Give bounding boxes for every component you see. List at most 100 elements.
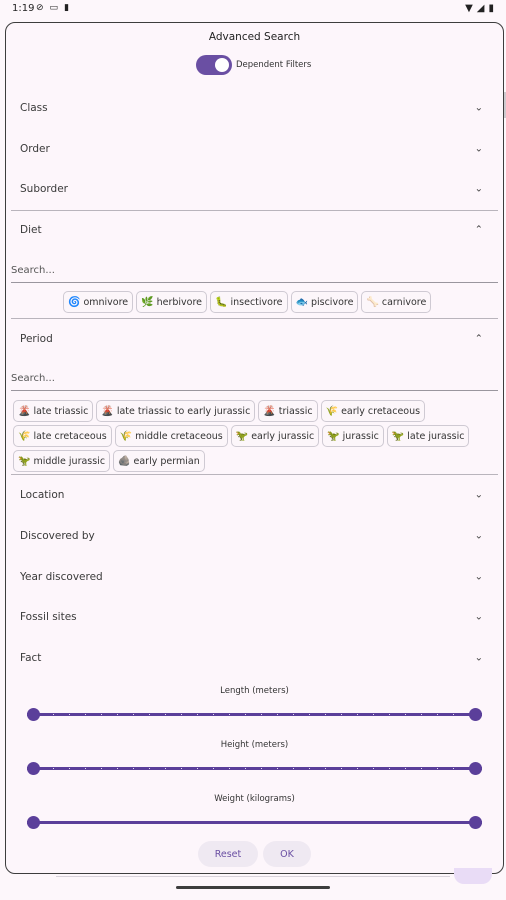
chip-emoji-icon: 🌋: [263, 405, 276, 417]
filter-chip[interactable]: 🌋 triassic: [258, 400, 318, 422]
chip-label: late cretaceous: [33, 430, 107, 442]
slider-min-thumb[interactable]: [27, 708, 40, 721]
chevron-down-icon: ⌄: [474, 571, 483, 583]
chevron-down-icon: ⌄: [474, 102, 483, 114]
filter-chip[interactable]: 🦖 early jurassic: [230, 425, 320, 447]
divider: [11, 318, 498, 319]
fab-button[interactable]: [454, 868, 492, 884]
section-year-discovered[interactable]: Year discovered ⌄: [6, 558, 503, 596]
chevron-up-icon: ⌃: [474, 333, 483, 345]
chip-emoji-icon: 🌾: [325, 405, 339, 417]
chip-label: triassic: [278, 405, 313, 417]
chevron-down-icon: ⌄: [474, 530, 483, 542]
chip-emoji-icon: 🌾: [18, 430, 31, 442]
height-range-slider[interactable]: [27, 762, 482, 775]
filter-chip[interactable]: 🌿 herbivore: [136, 291, 208, 313]
chip-emoji-icon: 🌋: [18, 405, 31, 417]
chip-label: insectivore: [230, 296, 283, 308]
switch-knob: [215, 58, 229, 72]
chip-label: middle cretaceous: [135, 430, 223, 442]
chip-emoji-icon: 🌿: [141, 296, 154, 308]
section-label: Order: [20, 143, 50, 155]
filter-chip[interactable]: 🌀 omnivore: [63, 291, 134, 313]
battery-icon: ▮: [488, 3, 494, 14]
period-search-input[interactable]: Search...: [11, 367, 498, 391]
diet-search-placeholder: Search...: [11, 265, 55, 276]
reset-button[interactable]: Reset: [198, 841, 258, 867]
filter-chip[interactable]: 🦴 carnivore: [361, 291, 432, 313]
advanced-search-dialog: Advanced Search Dependent Filters Class …: [5, 22, 504, 874]
section-label: Period: [20, 333, 53, 345]
background-divider: [56, 876, 450, 877]
dependent-filters-switch[interactable]: [196, 55, 232, 75]
filter-chip[interactable]: 🌋 late triassic to early jurassic: [96, 400, 256, 422]
diet-search-input[interactable]: Search...: [11, 259, 498, 283]
filter-chip[interactable]: 🌾 early cretaceous: [320, 400, 426, 422]
section-order[interactable]: Order ⌄: [6, 130, 503, 168]
screen-icon: ▭: [49, 3, 59, 13]
section-fossil-sites[interactable]: Fossil sites ⌄: [6, 598, 503, 636]
chevron-down-icon: ⌄: [474, 143, 483, 155]
filter-chip[interactable]: 🌾 middle cretaceous: [114, 425, 228, 447]
section-label: Suborder: [20, 183, 68, 195]
chip-emoji-icon: 🐛: [215, 296, 228, 308]
section-label: Location: [20, 489, 65, 501]
filter-chip[interactable]: 🦖 late jurassic: [386, 425, 470, 447]
section-suborder[interactable]: Suborder ⌄: [6, 170, 503, 208]
chevron-up-icon: ⌃: [474, 224, 483, 236]
chip-label: piscivore: [310, 296, 354, 308]
chip-label: herbivore: [156, 296, 203, 308]
filter-chip[interactable]: 🦖 middle jurassic: [13, 450, 111, 472]
chevron-down-icon: ⌄: [474, 183, 483, 195]
chevron-down-icon: ⌄: [474, 489, 483, 501]
filter-chip[interactable]: 🦖 jurassic: [322, 425, 384, 447]
filter-chip[interactable]: 🐟 piscivore: [290, 291, 359, 313]
section-label: Class: [20, 102, 48, 114]
section-label: Discovered by: [20, 530, 95, 542]
ok-button[interactable]: OK: [263, 841, 311, 867]
filter-chip[interactable]: 🐛 insectivore: [210, 291, 288, 313]
slider-max-thumb[interactable]: [469, 708, 482, 721]
chip-emoji-icon: 🌀: [68, 296, 81, 308]
filter-chip[interactable]: 🌋 late triassic: [13, 400, 94, 422]
chip-emoji-icon: 🌋: [101, 405, 114, 417]
chip-emoji-icon: 🪨: [118, 455, 131, 467]
chip-label: early permian: [133, 455, 200, 467]
weight-slider-label: Weight (kilograms): [214, 794, 295, 804]
chevron-down-icon: ⌄: [474, 611, 483, 623]
slider-max-thumb[interactable]: [469, 816, 482, 829]
slider-max-thumb[interactable]: [469, 762, 482, 775]
chip-label: jurassic: [342, 430, 379, 442]
weight-range-slider[interactable]: [27, 816, 482, 829]
chip-label: late triassic to early jurassic: [116, 405, 251, 417]
status-bar: 1:19 ⊘ ▭ ▮ ▼ ◢ ▮: [0, 0, 506, 18]
chip-label: late jurassic: [407, 430, 465, 442]
chip-label: late triassic: [33, 405, 89, 417]
chip-emoji-icon: 🐟: [295, 296, 308, 308]
filter-chip[interactable]: 🪨 early permian: [113, 450, 205, 472]
filter-chip[interactable]: 🌾 late cretaceous: [13, 425, 112, 447]
section-location[interactable]: Location ⌄: [6, 476, 503, 514]
height-slider-label: Height (meters): [220, 740, 289, 750]
status-icons: ⊘ ▭ ▮: [36, 3, 69, 13]
section-discovered-by[interactable]: Discovered by ⌄: [6, 517, 503, 555]
section-fact[interactable]: Fact ⌄: [6, 639, 503, 677]
section-class[interactable]: Class ⌄: [6, 89, 503, 127]
length-range-slider[interactable]: [27, 708, 482, 721]
section-label: Diet: [20, 224, 42, 236]
slider-min-thumb[interactable]: [27, 762, 40, 775]
input-underline: [11, 390, 498, 391]
slider-ticks: [37, 714, 472, 715]
slider-min-thumb[interactable]: [27, 816, 40, 829]
section-diet[interactable]: Diet ⌃: [6, 211, 503, 249]
diet-chip-group: 🌀 omnivore 🌿 herbivore 🐛 insectivore 🐟 piscivor…: [63, 291, 493, 313]
length-slider-label: Length (meters): [220, 686, 289, 696]
chip-label: early cretaceous: [341, 405, 421, 417]
chip-label: middle jurassic: [33, 455, 106, 467]
dependent-filters-toggle-row[interactable]: Dependent Filters: [196, 55, 311, 75]
section-period[interactable]: Period ⌃: [6, 320, 503, 358]
chevron-down-icon: ⌄: [474, 652, 483, 664]
chip-label: carnivore: [381, 296, 427, 308]
sd-card-icon: ▮: [64, 3, 70, 13]
chip-emoji-icon: 🦖: [18, 455, 31, 467]
